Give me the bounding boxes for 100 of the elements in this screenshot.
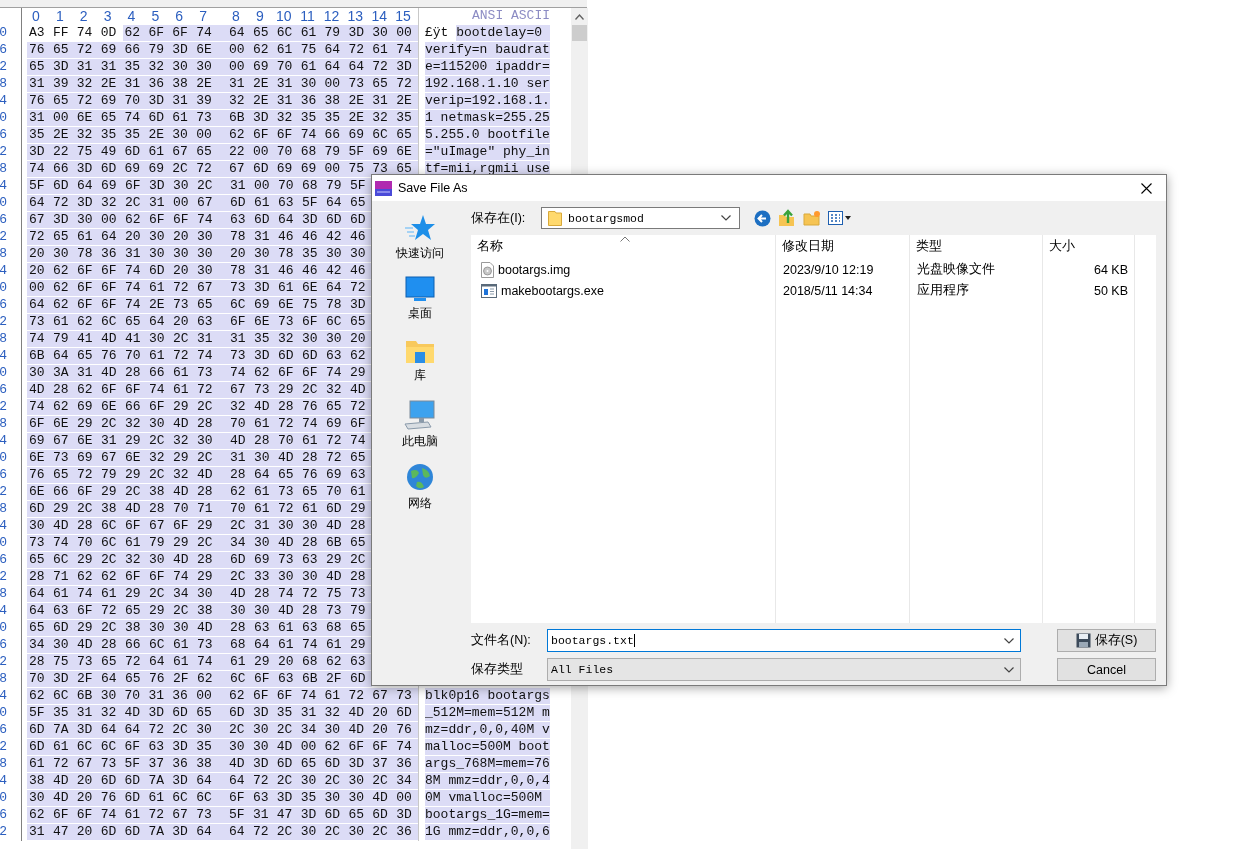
hex-byte: 61 [300, 501, 324, 517]
hex-byte: 70 [274, 144, 299, 160]
file-name[interactable]: makebootargs.exe [501, 283, 604, 298]
file-name[interactable]: bootargs.img [498, 262, 571, 277]
hex-byte: 3A [51, 365, 75, 381]
scroll-thumb[interactable] [572, 25, 587, 41]
hex-byte: 5F [122, 756, 147, 772]
hex-byte: 30 [346, 824, 371, 840]
hex-byte: 6D [170, 705, 195, 721]
hex-byte: 6D [218, 705, 251, 721]
hex-byte: 70 [276, 433, 300, 449]
hex-byte: 61 [75, 229, 99, 245]
hex-byte: 73 [195, 637, 219, 653]
ascii-text: e=115200 ipaddr= [425, 59, 550, 75]
hex-byte: 31 [27, 76, 51, 92]
offset-label: 4 [0, 688, 7, 704]
hex-byte: 32 [123, 552, 147, 568]
hex-byte: 20 [27, 246, 51, 262]
chevron-up-icon[interactable] [575, 14, 584, 20]
place-item[interactable]: 网络 [381, 462, 459, 524]
hex-byte: 70 [219, 501, 252, 517]
hex-byte: 46 [300, 263, 324, 279]
hex-byte: 00 [50, 110, 75, 126]
hex-byte: 3D [298, 807, 323, 823]
hex-byte: 3D [51, 212, 75, 228]
hex-byte: 74 [298, 127, 323, 143]
hex-byte: 63 [219, 212, 252, 228]
place-item[interactable]: 库 [381, 338, 459, 400]
place-item[interactable]: 此电脑 [381, 400, 459, 462]
hex-byte: 6F [99, 382, 123, 398]
hex-byte: 64 [276, 212, 300, 228]
hex-byte: 00 [252, 178, 276, 194]
hex-byte: 36 [146, 76, 171, 92]
hex-byte: 73 [219, 280, 252, 296]
hex-byte: 2E [346, 93, 371, 109]
hex-byte: 30 [171, 620, 195, 636]
back-icon[interactable] [754, 209, 771, 227]
column-header: 2 [78, 8, 89, 24]
hex-byte: 65 [348, 450, 372, 466]
hex-byte: 6E [123, 450, 147, 466]
location-dropdown[interactable]: bootargsmod [541, 207, 740, 229]
hex-byte: 74 [123, 297, 147, 313]
hex-byte: 62 [51, 263, 75, 279]
hex-byte: 79 [348, 603, 372, 619]
place-item[interactable]: 快速访问 [381, 214, 459, 276]
hex-byte: 3D [170, 824, 195, 840]
filename-field[interactable]: bootargs.txt [547, 629, 1021, 652]
hex-byte: 6D [146, 110, 171, 126]
view-menu-icon[interactable] [828, 211, 852, 225]
hex-byte: 29 [348, 501, 372, 517]
file-date: 2018/5/11 14:34 [783, 283, 873, 298]
hex-byte: 29 [51, 501, 75, 517]
list-column-header[interactable]: 大小 [1043, 235, 1134, 257]
ascii-text: 8M mmz=ddr,0,0,4 [425, 773, 550, 789]
hex-byte: 20 [348, 331, 372, 347]
hex-byte: 30 [195, 263, 219, 279]
hex-byte: 6C [51, 552, 75, 568]
hex-byte: 2C [370, 773, 395, 789]
hex-byte: 73 [195, 365, 219, 381]
hex-byte: 35 [122, 59, 147, 75]
offset-label: 0 [0, 280, 7, 296]
hex-byte: 6F [123, 382, 147, 398]
hex-byte: 63 [276, 195, 300, 211]
hex-byte: 61 [50, 739, 75, 755]
ascii-text: mz=ddr,0,0,40M v [425, 722, 550, 738]
save-button[interactable]: 保存(S) [1057, 629, 1156, 652]
hex-byte: 41 [75, 331, 99, 347]
chevron-down-icon[interactable] [721, 215, 731, 221]
hex-byte: 6D [122, 144, 147, 160]
filetype-dropdown[interactable]: All Files [547, 658, 1021, 681]
hex-byte: 6F [170, 25, 195, 41]
hex-byte: 38 [99, 501, 123, 517]
hex-byte: 6D [322, 807, 347, 823]
file-date: 2023/9/10 12:19 [783, 262, 874, 277]
offset-label: 2 [0, 399, 7, 415]
hex-byte: 30 [252, 535, 276, 551]
column-header: 5 [150, 8, 161, 24]
place-item[interactable]: 桌面 [381, 276, 459, 338]
hex-byte: 32 [74, 76, 99, 92]
hex-byte: 29 [123, 467, 147, 483]
hex-byte: 31 [219, 450, 252, 466]
hex-byte: 2E [250, 93, 275, 109]
ascii-text: ="uImage" phy_in [425, 144, 550, 160]
list-column-header[interactable]: 名称 [471, 235, 775, 257]
chevron-down-icon[interactable] [1004, 637, 1014, 644]
hex-byte: 79 [324, 178, 348, 194]
hex-byte: 31 [250, 807, 275, 823]
hex-byte: 35 [194, 739, 218, 755]
cancel-button[interactable]: Cancel [1057, 658, 1156, 681]
hex-byte: 69 [98, 42, 123, 58]
chevron-down-icon[interactable] [1004, 666, 1014, 673]
hex-byte: 65 [27, 620, 51, 636]
up-folder-icon[interactable] [778, 209, 796, 227]
list-column-header[interactable]: 修改日期 [776, 235, 909, 257]
hex-byte: 75 [324, 586, 348, 602]
ascii-text: _512M=mem=512M m [425, 705, 550, 721]
list-column-header[interactable]: 类型 [910, 235, 1042, 257]
hex-byte: 79 [147, 535, 171, 551]
hex-byte: 62 [348, 348, 372, 364]
hex-byte: 38 [322, 93, 347, 109]
